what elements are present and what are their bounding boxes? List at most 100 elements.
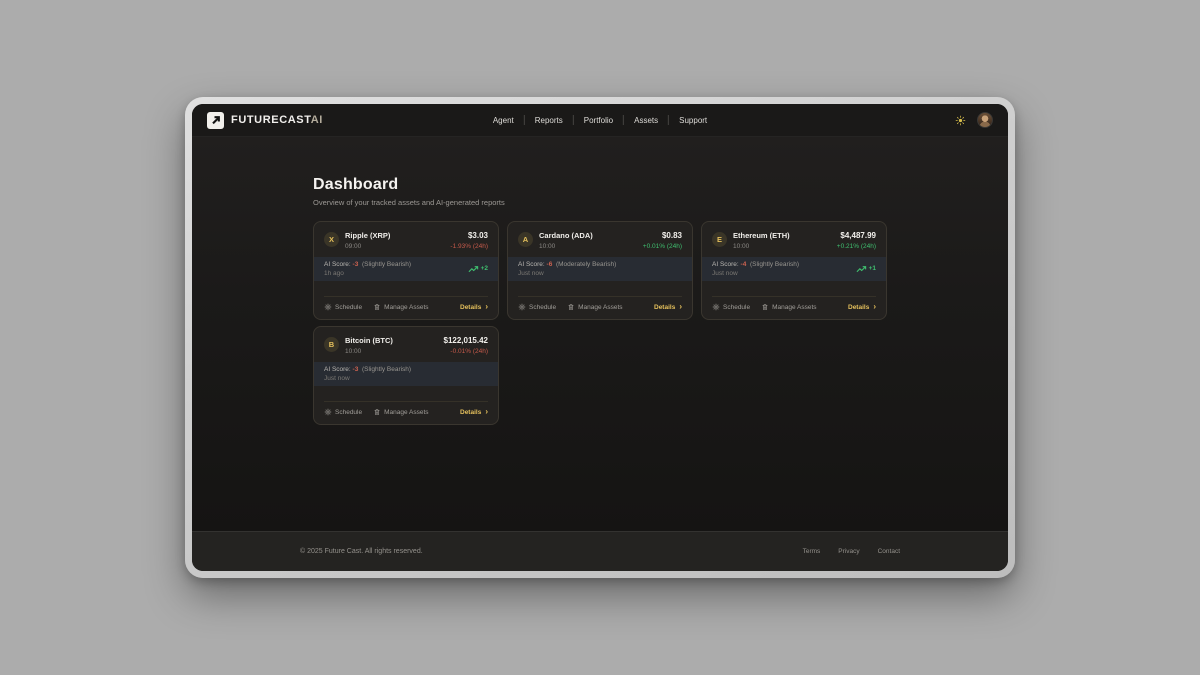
card-header: X Ripple (XRP) 09:00 $3.03 -1.93% (24h) (324, 231, 488, 250)
ai-score-strip: AI Score: -3 (Slightly Bearish) Just now (314, 362, 498, 387)
card-actions: Schedule Manage Assets (518, 296, 682, 311)
manage-assets-button[interactable]: Manage Assets (761, 303, 816, 311)
details-button[interactable]: Details › (460, 304, 488, 311)
nav-item-portfolio[interactable]: Portfolio (574, 116, 623, 125)
trash-icon (761, 303, 769, 311)
asset-price: $3.03 (450, 231, 488, 240)
ai-updated: Just now (518, 270, 616, 277)
ai-score-strip: AI Score: -4 (Slightly Bearish) Just now… (702, 257, 886, 282)
ai-sentiment: (Moderately Bearish) (556, 261, 616, 268)
nav-item-agent[interactable]: Agent (483, 116, 524, 125)
asset-time: 09:00 (345, 243, 390, 250)
user-avatar[interactable] (977, 112, 993, 128)
details-button[interactable]: Details › (848, 304, 876, 311)
card-actions: Schedule Manage Assets (324, 296, 488, 311)
card-header: B Bitcoin (BTC) 10:00 $122,015.42 -0.01%… (324, 336, 488, 355)
asset-name: Bitcoin (BTC) (345, 336, 393, 345)
logo-icon (207, 112, 224, 129)
brand-name: FUTURECASTAI (231, 114, 323, 126)
ai-sentiment: (Slightly Bearish) (362, 366, 411, 373)
asset-name: Ripple (XRP) (345, 231, 390, 240)
trash-icon (373, 303, 381, 311)
asset-name: Ethereum (ETH) (733, 231, 790, 240)
ai-score-value: -3 (353, 261, 359, 268)
arrow-up-right-icon (210, 114, 222, 126)
ai-score-value: -6 (547, 261, 553, 268)
top-bar: FUTURECASTAI Agent Reports Portfolio Ass… (192, 104, 1008, 137)
ai-score-label: AI Score: (712, 261, 739, 268)
asset-change: +0.01% (24h) (643, 243, 682, 250)
asset-time: 10:00 (733, 243, 790, 250)
asset-badge: B (324, 337, 339, 352)
main-nav: Agent Reports Portfolio Assets Support (483, 115, 717, 125)
schedule-button[interactable]: Schedule (518, 303, 556, 311)
brand-name-accent: AI (311, 114, 323, 126)
ai-updated: 1h ago (324, 270, 411, 277)
asset-card-grid: X Ripple (XRP) 09:00 $3.03 -1.93% (24h) (313, 221, 887, 425)
ai-updated: Just now (712, 270, 799, 277)
manage-assets-button[interactable]: Manage Assets (373, 408, 428, 416)
asset-card-eth: E Ethereum (ETH) 10:00 $4,487.99 +0.21% … (701, 221, 887, 320)
asset-badge: E (712, 232, 727, 247)
details-button[interactable]: Details › (460, 409, 488, 416)
manage-assets-button[interactable]: Manage Assets (373, 303, 428, 311)
gear-icon (324, 303, 332, 311)
asset-card-xrp: X Ripple (XRP) 09:00 $3.03 -1.93% (24h) (313, 221, 499, 320)
asset-price: $0.83 (643, 231, 682, 240)
ai-score-label: AI Score: (324, 366, 351, 373)
asset-time: 10:00 (345, 348, 393, 355)
card-header: E Ethereum (ETH) 10:00 $4,487.99 +0.21% … (712, 231, 876, 250)
asset-badge: X (324, 232, 339, 247)
details-button[interactable]: Details › (654, 304, 682, 311)
ai-score-strip: AI Score: -6 (Moderately Bearish) Just n… (508, 257, 692, 282)
trend-up-icon (856, 265, 867, 273)
gear-icon (518, 303, 526, 311)
asset-price: $122,015.42 (444, 336, 489, 345)
ai-updated: Just now (324, 375, 411, 382)
chevron-right-icon: › (679, 304, 682, 310)
footer-links: Terms Privacy Contact (803, 548, 900, 555)
schedule-button[interactable]: Schedule (324, 408, 362, 416)
ai-score-strip: AI Score: -3 (Slightly Bearish) 1h ago +… (314, 257, 498, 282)
theme-toggle-sun-icon[interactable] (955, 115, 966, 126)
trend-indicator: +2 (468, 265, 488, 273)
asset-time: 10:00 (539, 243, 593, 250)
chevron-right-icon: › (485, 409, 488, 415)
footer-link-terms[interactable]: Terms (803, 548, 821, 555)
trash-icon (373, 408, 381, 416)
schedule-button[interactable]: Schedule (712, 303, 750, 311)
footer-link-contact[interactable]: Contact (878, 548, 900, 555)
asset-price: $4,487.99 (837, 231, 876, 240)
asset-card-btc: B Bitcoin (BTC) 10:00 $122,015.42 -0.01%… (313, 326, 499, 425)
manage-assets-button[interactable]: Manage Assets (567, 303, 622, 311)
trend-indicator: +1 (856, 265, 876, 273)
asset-name: Cardano (ADA) (539, 231, 593, 240)
ai-sentiment: (Slightly Bearish) (750, 261, 799, 268)
nav-item-reports[interactable]: Reports (525, 116, 573, 125)
app-window: FUTURECASTAI Agent Reports Portfolio Ass… (185, 97, 1015, 578)
app-screen: FUTURECASTAI Agent Reports Portfolio Ass… (192, 104, 1008, 571)
main-content: Dashboard Overview of your tracked asset… (192, 137, 1008, 531)
trend-value: +2 (481, 265, 488, 272)
card-actions: Schedule Manage Assets (324, 401, 488, 416)
asset-change: -1.93% (24h) (450, 243, 488, 250)
asset-change: +0.21% (24h) (837, 243, 876, 250)
page-subtitle: Overview of your tracked assets and AI-g… (313, 198, 887, 207)
nav-item-support[interactable]: Support (669, 116, 717, 125)
gear-icon (712, 303, 720, 311)
ai-score-value: -3 (353, 366, 359, 373)
chevron-right-icon: › (485, 304, 488, 310)
card-actions: Schedule Manage Assets (712, 296, 876, 311)
trend-up-icon (468, 265, 479, 273)
ai-sentiment: (Slightly Bearish) (362, 261, 411, 268)
trash-icon (567, 303, 575, 311)
nav-item-assets[interactable]: Assets (624, 116, 668, 125)
schedule-button[interactable]: Schedule (324, 303, 362, 311)
footer-link-privacy[interactable]: Privacy (838, 548, 859, 555)
asset-badge: A (518, 232, 533, 247)
trend-value: +1 (869, 265, 876, 272)
asset-card-ada: A Cardano (ADA) 10:00 $0.83 +0.01% (24h) (507, 221, 693, 320)
gear-icon (324, 408, 332, 416)
page-title: Dashboard (313, 176, 887, 194)
card-header: A Cardano (ADA) 10:00 $0.83 +0.01% (24h) (518, 231, 682, 250)
